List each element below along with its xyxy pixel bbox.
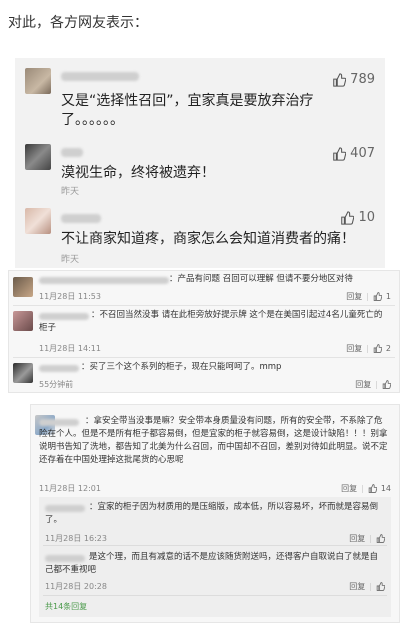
thumbs-up-icon xyxy=(333,146,347,161)
avatar[interactable] xyxy=(25,144,51,170)
thumbs-up-icon[interactable] xyxy=(373,344,382,353)
comment-text: 不让商家知道疼，商家怎么会知道消费者的痛！ xyxy=(61,231,355,247)
reply-text: 是这个理，而且有减意的话不是应该随货附送吗，还得客户自取说白了就是自己都不重视吧 xyxy=(45,552,379,575)
comment-actions: 回复 | 1 xyxy=(346,291,391,302)
thumbs-up-icon[interactable] xyxy=(373,292,382,301)
thumbs-up-icon[interactable] xyxy=(376,534,385,543)
more-replies-link[interactable]: 共14条回复 xyxy=(45,601,87,612)
comment-thread: ：产品有问题 召回可以理解 但请不要分地区对待 11月28日 11:53 回复 |… xyxy=(8,270,400,393)
like-count: 1 xyxy=(385,292,391,301)
comment-text: 又是“选择性召回”，宜家真是要放弃治疗了。。。。。。 xyxy=(61,93,314,128)
comment-thread-with-replies: ：拿安全带当没事是嘛？安全带本身质量没有问题，所有的安全带，不系除了危险在个人。… xyxy=(30,404,400,623)
username-blurred[interactable] xyxy=(61,148,83,157)
reply-time: 11月28日 16:23 xyxy=(45,534,107,543)
thumbs-up-icon xyxy=(333,72,347,87)
comment-text: ：产品有问题 召回可以理解 但请不要分地区对待 xyxy=(169,274,353,284)
like-button[interactable]: 10 xyxy=(340,210,375,225)
username-blurred[interactable] xyxy=(61,214,101,223)
avatar[interactable] xyxy=(25,68,51,94)
replies-box: ：宜家的柜子因为材质用的是压缩版，成本低，所以容易坏，坏而就是容易倒了。 11月… xyxy=(39,497,391,617)
comment-time: 昨天 xyxy=(61,187,80,197)
avatar[interactable] xyxy=(13,277,33,297)
comment-time: 11月28日 12:01 xyxy=(39,484,101,493)
like-button[interactable]: 789 xyxy=(332,72,375,87)
like-count: 14 xyxy=(380,484,391,493)
intro-text: 对此，各方网友表示： xyxy=(8,15,148,31)
like-count: 407 xyxy=(350,146,375,161)
reply-text: ：宜家的柜子因为材质用的是压缩版，成本低，所以容易坏，坏而就是容易倒了。 xyxy=(45,502,379,525)
reply-time: 11月28日 20:28 xyxy=(45,582,107,591)
avatar[interactable] xyxy=(13,363,33,383)
thumbs-up-icon[interactable] xyxy=(368,484,377,493)
comment-time: 昨天 xyxy=(61,255,80,265)
comment-time: 55分钟前 xyxy=(39,380,74,389)
comment-text: ：买了三个这个系列的柜子，现在只能呵呵了。mmp xyxy=(81,362,282,372)
featured-comments: 789 又是“选择性召回”，宜家真是要放弃治疗了。。。。。。 407 漠视生命，… xyxy=(15,58,385,268)
reply-actions: 回复 | xyxy=(349,581,385,592)
reply-actions: 回复 | xyxy=(349,533,385,544)
divider xyxy=(13,357,395,358)
username-blurred[interactable] xyxy=(61,72,139,81)
comment-text: ：拿安全带当没事是嘛？安全带本身质量没有问题，所有的安全带，不系除了危险在个人。… xyxy=(39,416,388,465)
reply-button[interactable]: 回复 xyxy=(355,379,371,390)
comment-time: 11月28日 14:11 xyxy=(39,344,101,353)
divider xyxy=(43,545,387,546)
like-count: 2 xyxy=(385,344,391,353)
reply-button[interactable]: 回复 xyxy=(341,483,357,494)
avatar[interactable] xyxy=(25,208,51,234)
avatar[interactable] xyxy=(13,311,33,331)
comment-text: 漠视生命，终将被遗弃！ xyxy=(61,165,215,181)
reply-button[interactable]: 回复 xyxy=(349,581,365,592)
reply-button[interactable]: 回复 xyxy=(346,291,362,302)
divider xyxy=(13,305,395,306)
comment-time: 11月28日 11:53 xyxy=(39,292,101,301)
username-blurred[interactable] xyxy=(39,365,79,372)
comment-actions: 回复 | 2 xyxy=(346,343,391,354)
like-count: 789 xyxy=(350,72,375,87)
reply-button[interactable]: 回复 xyxy=(349,533,365,544)
reply-button[interactable]: 回复 xyxy=(346,343,362,354)
comment-actions: 回复 | xyxy=(355,379,391,390)
thumbs-up-icon[interactable] xyxy=(382,380,391,389)
like-button[interactable]: 407 xyxy=(332,146,375,161)
comment-actions: 回复 | 14 xyxy=(341,483,391,494)
thumbs-up-icon xyxy=(341,210,355,225)
thumbs-up-icon[interactable] xyxy=(376,582,385,591)
username-blurred[interactable] xyxy=(39,277,169,284)
like-count: 10 xyxy=(358,210,375,225)
comment-text: ：不召回当然没事 请在此柜旁放好提示牌 这个是在美国引起过4名儿童死亡的柜子 xyxy=(39,310,383,333)
divider xyxy=(43,595,387,596)
